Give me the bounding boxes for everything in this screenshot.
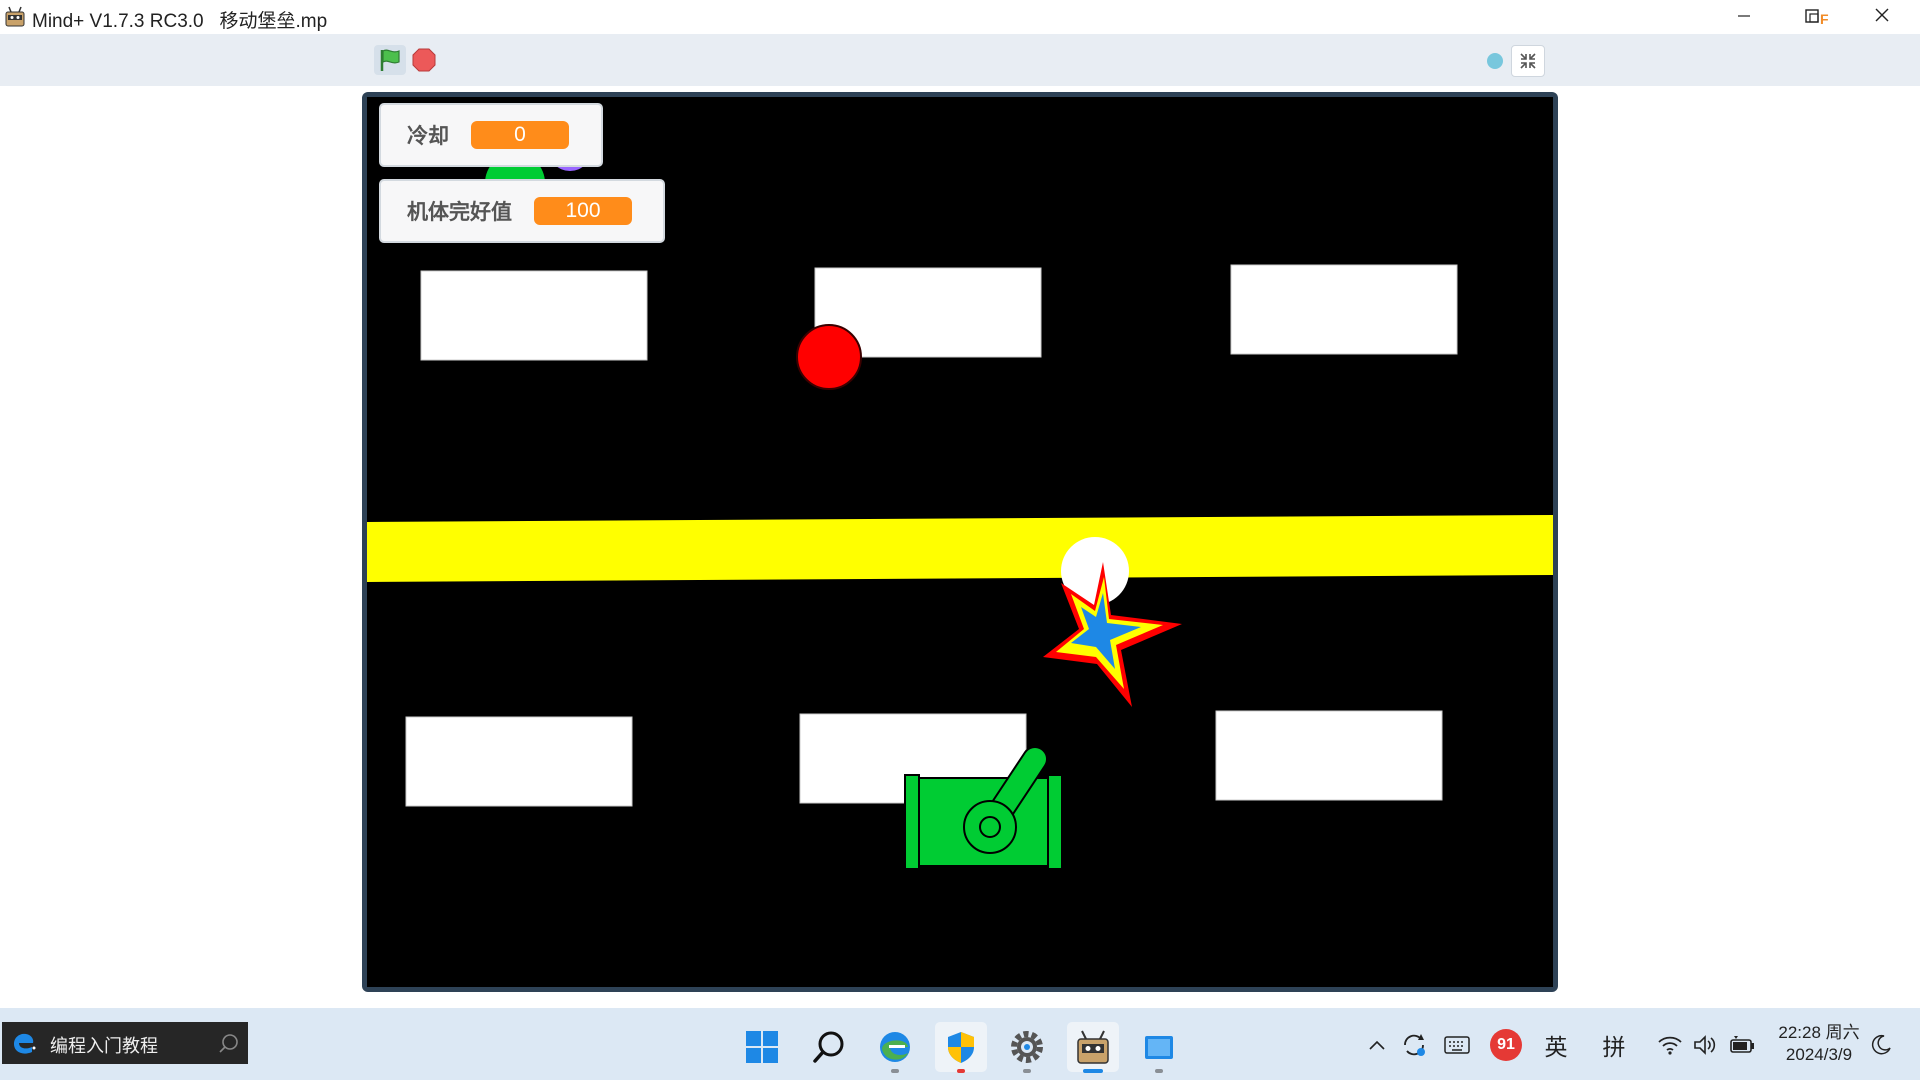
taskbar-mindplus-button[interactable]: [1067, 1022, 1119, 1073]
sync-icon: [1404, 1034, 1425, 1056]
ime-language-button[interactable]: 英: [1539, 1028, 1573, 1062]
ime-mode-button[interactable]: 拼: [1597, 1028, 1631, 1062]
wall-block: [420, 270, 648, 361]
game-stage[interactable]: 冷却 0 机体完好值 100: [367, 97, 1553, 987]
tray-sync-button[interactable]: [1398, 1028, 1430, 1062]
wall-block: [1230, 264, 1458, 355]
keyboard-icon: [1444, 1036, 1470, 1054]
stop-sign-icon: [412, 48, 436, 72]
wall-block: [405, 716, 633, 807]
variable-monitor-cooldown[interactable]: 冷却 0: [379, 103, 603, 167]
edge-browser-icon: [880, 1032, 910, 1062]
minimize-button[interactable]: [1716, 0, 1772, 34]
tray-wifi-button[interactable]: [1654, 1028, 1686, 1062]
variable-label: 冷却: [407, 125, 449, 148]
variable-value: 100: [534, 197, 632, 225]
taskbar-search-box[interactable]: 编程入门教程: [2, 1022, 248, 1064]
search-icon: [813, 1031, 844, 1063]
svg-text:F: F: [1820, 11, 1829, 27]
ime-language-label: 英: [1544, 1034, 1568, 1060]
taskbar-security-button[interactable]: [935, 1022, 987, 1073]
notification-badge: 91: [1490, 1029, 1522, 1061]
tray-battery-button[interactable]: [1726, 1028, 1758, 1062]
minimize-icon: [1737, 7, 1751, 28]
window-title: Mind+ V1.7.3 RC3.0 移动堡垒.mp: [32, 11, 328, 32]
clock-time: 22:28 周六: [1778, 1023, 1860, 1042]
taskbar-edge-button[interactable]: [869, 1022, 921, 1073]
green-flag-button[interactable]: [374, 45, 406, 75]
notification-badge-button[interactable]: 91: [1489, 1028, 1523, 1062]
active-indicator: [1083, 1069, 1103, 1073]
clock-date: 2024/3/9: [1785, 1045, 1853, 1064]
taskbar-search-button[interactable]: [803, 1022, 855, 1072]
exit-fullscreen-button[interactable]: [1511, 45, 1545, 77]
tray-volume-button[interactable]: [1690, 1028, 1722, 1062]
variable-label: 机体完好值: [407, 201, 512, 224]
tray-keyboard-button[interactable]: [1441, 1028, 1473, 1062]
red-enemy-ball: [796, 324, 862, 390]
search-icon: [219, 1034, 238, 1053]
yellow-road: [367, 515, 1553, 582]
file-explorer-icon: [1145, 1036, 1173, 1059]
security-shield-icon: [948, 1032, 974, 1063]
mindplus-icon: [1077, 1030, 1109, 1064]
variable-value: 0: [471, 121, 569, 149]
exit-fullscreen-icon: [1520, 53, 1536, 69]
search-text: 编程入门教程: [50, 1036, 158, 1056]
tray-overflow-button[interactable]: [1366, 1028, 1388, 1062]
stage-toolbar: [0, 34, 1920, 86]
chevron-up-icon: [1369, 1040, 1385, 1050]
taskbar-explorer-button[interactable]: [1133, 1022, 1185, 1073]
start-button[interactable]: [736, 1022, 788, 1072]
mindplus-app-icon: [4, 6, 26, 28]
wifi-icon: [1658, 1036, 1682, 1055]
battery-charging-icon: [1730, 1036, 1754, 1053]
variable-monitor-integrity[interactable]: 机体完好值 100: [379, 179, 665, 243]
ime-mode-label: 拼: [1602, 1034, 1626, 1060]
tray-focus-button[interactable]: [1866, 1028, 1896, 1062]
volume-icon: [1694, 1035, 1716, 1055]
running-indicator: [1155, 1069, 1163, 1073]
alert-indicator: [957, 1069, 965, 1073]
green-flag-icon: [380, 49, 400, 71]
edge-search-icon: [14, 1033, 36, 1054]
status-dot: [1487, 53, 1503, 69]
close-button[interactable]: [1854, 0, 1910, 34]
close-icon: [1874, 7, 1890, 28]
running-indicator: [891, 1069, 899, 1073]
moon-icon: [1871, 1034, 1891, 1055]
settings-gear-icon: [1011, 1031, 1043, 1063]
stop-button[interactable]: [412, 48, 436, 72]
taskbar-settings-button[interactable]: [1001, 1022, 1053, 1073]
wall-block: [1215, 710, 1443, 801]
windows-start-icon: [746, 1031, 778, 1063]
title-bar: Mind+ V1.7.3 RC3.0 移动堡垒.mp F: [0, 0, 1920, 42]
running-indicator: [1023, 1069, 1031, 1073]
taskbar-clock[interactable]: 22:28 周六 2024/3/9: [1764, 1022, 1874, 1066]
